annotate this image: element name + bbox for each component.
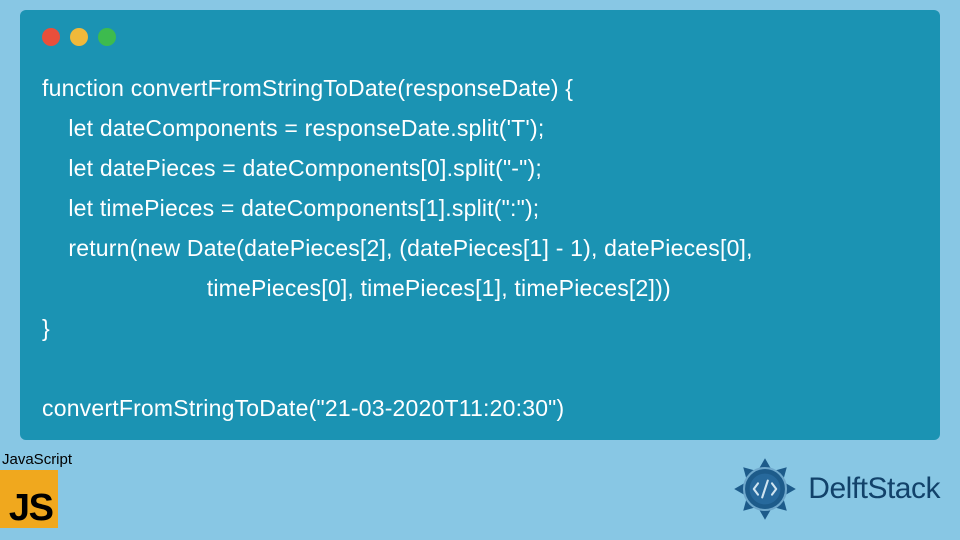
- maximize-dot-icon: [98, 28, 116, 46]
- js-letter-j: J: [9, 487, 30, 530]
- window-controls: [42, 28, 926, 46]
- delftstack-branding: DelftStack: [730, 454, 940, 524]
- code-block: function convertFromStringToDate(respons…: [34, 68, 926, 428]
- javascript-label: JavaScript: [0, 451, 72, 468]
- delftstack-text: DelftStack: [808, 472, 940, 506]
- close-dot-icon: [42, 28, 60, 46]
- js-letter-s: S: [29, 487, 54, 530]
- delftstack-logo-icon: [730, 454, 800, 524]
- minimize-dot-icon: [70, 28, 88, 46]
- javascript-badge: JavaScript J S: [0, 451, 72, 528]
- javascript-logo-icon: J S: [0, 470, 58, 528]
- code-window: function convertFromStringToDate(respons…: [20, 10, 940, 440]
